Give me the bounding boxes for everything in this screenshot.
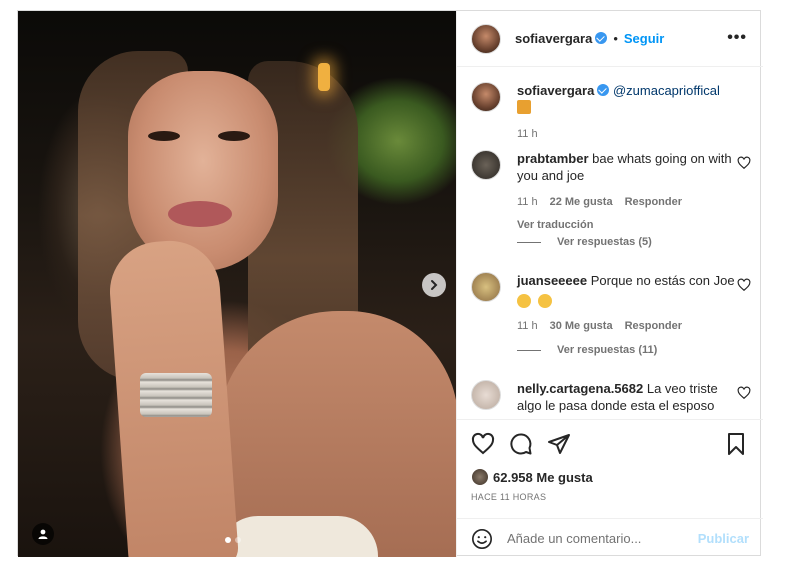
bookmark-icon	[728, 433, 744, 455]
comment-username[interactable]: prabtamber	[517, 151, 589, 166]
reply-button[interactable]: Responder	[625, 194, 682, 211]
comment-meta: 11 h 30 Me gusta Responder	[517, 318, 737, 335]
comment-bubble-icon[interactable]	[509, 432, 533, 456]
carousel-indicator	[225, 537, 241, 543]
view-replies-link[interactable]: Ver respuestas (5)	[517, 236, 652, 248]
photo-face	[128, 71, 278, 271]
comment-input[interactable]	[507, 531, 697, 546]
verified-badge-icon	[595, 32, 608, 44]
likes-count[interactable]: 62.958 Me gusta	[493, 470, 593, 485]
carousel-dot	[235, 537, 241, 543]
share-paper-plane-icon[interactable]	[547, 432, 571, 456]
comment-meta: 11 h 22 Me gusta Responder	[517, 194, 737, 211]
comments-list[interactable]: sofiavergara @zumacaprioffical 11 h prab…	[457, 68, 763, 418]
user-icon	[38, 529, 48, 539]
photo-bracelets	[140, 373, 212, 417]
see-translation-link[interactable]: Ver traducción	[517, 217, 737, 234]
publish-button[interactable]: Publicar	[698, 531, 749, 546]
comment-time: 11 h	[517, 196, 538, 208]
author-avatar[interactable]	[471, 23, 501, 54]
post-side-panel: sofiavergara • Seguir ••• sofiavergara @…	[456, 11, 763, 557]
photo-lamp	[318, 63, 330, 91]
comment-text: Porque no estás con Joe	[590, 273, 735, 288]
comment-avatar[interactable]	[471, 150, 501, 180]
frowning-face-emoji-icon	[537, 294, 552, 308]
post-header: sofiavergara • Seguir •••	[457, 11, 763, 67]
comment-username[interactable]: juanseeeee	[517, 273, 587, 288]
post-actions: 62.958 Me gusta HACE 11 HORAS Publicar	[457, 419, 763, 557]
comment-time: 11 h	[517, 320, 538, 332]
comment-likes-count[interactable]: 22 Me gusta	[550, 194, 613, 211]
comment-username[interactable]: nelly.cartagena.5682	[517, 381, 643, 396]
header-separator: •	[613, 31, 618, 46]
author-username[interactable]: sofiavergara	[515, 31, 608, 46]
flag-emoji-icon	[517, 100, 531, 114]
comment-body: nelly.cartagena.5682 La veo triste algo …	[517, 380, 737, 418]
liker-avatar	[471, 468, 489, 486]
comment-body: juanseeeee Porque no estás con Joe 11 h …	[517, 272, 737, 335]
post-timestamp: HACE 11 HORAS	[471, 492, 547, 502]
photo-lips	[168, 201, 232, 227]
like-comment-heart-icon[interactable]	[737, 156, 751, 170]
save-button[interactable]	[725, 432, 747, 461]
likes-summary[interactable]: 62.958 Me gusta	[471, 468, 593, 486]
comment-avatar[interactable]	[471, 380, 501, 410]
comment-avatar[interactable]	[471, 272, 501, 302]
comment-body: prabtamber bae whats going on with you a…	[517, 150, 737, 234]
photo-eye-left	[148, 131, 180, 141]
verified-badge-icon	[597, 84, 610, 96]
post-photo[interactable]	[18, 11, 456, 557]
sad-face-emoji-icon	[517, 294, 531, 308]
comment-composer: Publicar	[457, 518, 763, 558]
caption-body: sofiavergara @zumacaprioffical 11 h	[517, 82, 737, 143]
more-options-icon[interactable]: •••	[727, 29, 747, 47]
caption-time: 11 h	[517, 128, 538, 140]
comment-likes-count[interactable]: 30 Me gusta	[550, 318, 613, 335]
view-replies-link[interactable]: Ver respuestas (11)	[517, 344, 657, 356]
emoji-smiley-icon[interactable]	[471, 528, 493, 550]
caption-avatar[interactable]	[471, 82, 501, 112]
photo-lace-top	[218, 516, 378, 557]
tagged-users-button[interactable]	[32, 523, 54, 545]
reply-button[interactable]: Responder	[625, 318, 682, 335]
caption-meta: 11 h	[517, 126, 737, 143]
instagram-post: sofiavergara • Seguir ••• sofiavergara @…	[17, 10, 763, 557]
comment-emojis	[517, 293, 737, 310]
photo-eye-right	[218, 131, 250, 141]
chevron-right-icon	[431, 280, 438, 290]
author-username-text[interactable]: sofiavergara	[515, 31, 592, 46]
like-comment-heart-icon[interactable]	[737, 278, 751, 292]
like-heart-icon[interactable]	[471, 432, 495, 456]
caption-username[interactable]: sofiavergara	[517, 83, 594, 98]
caption-mention[interactable]: @zumacaprioffical	[613, 83, 720, 98]
action-icons	[471, 432, 571, 456]
follow-button[interactable]: Seguir	[624, 31, 664, 46]
carousel-dot-active	[225, 537, 231, 543]
next-photo-button[interactable]	[422, 273, 446, 297]
like-comment-heart-icon[interactable]	[737, 386, 751, 400]
